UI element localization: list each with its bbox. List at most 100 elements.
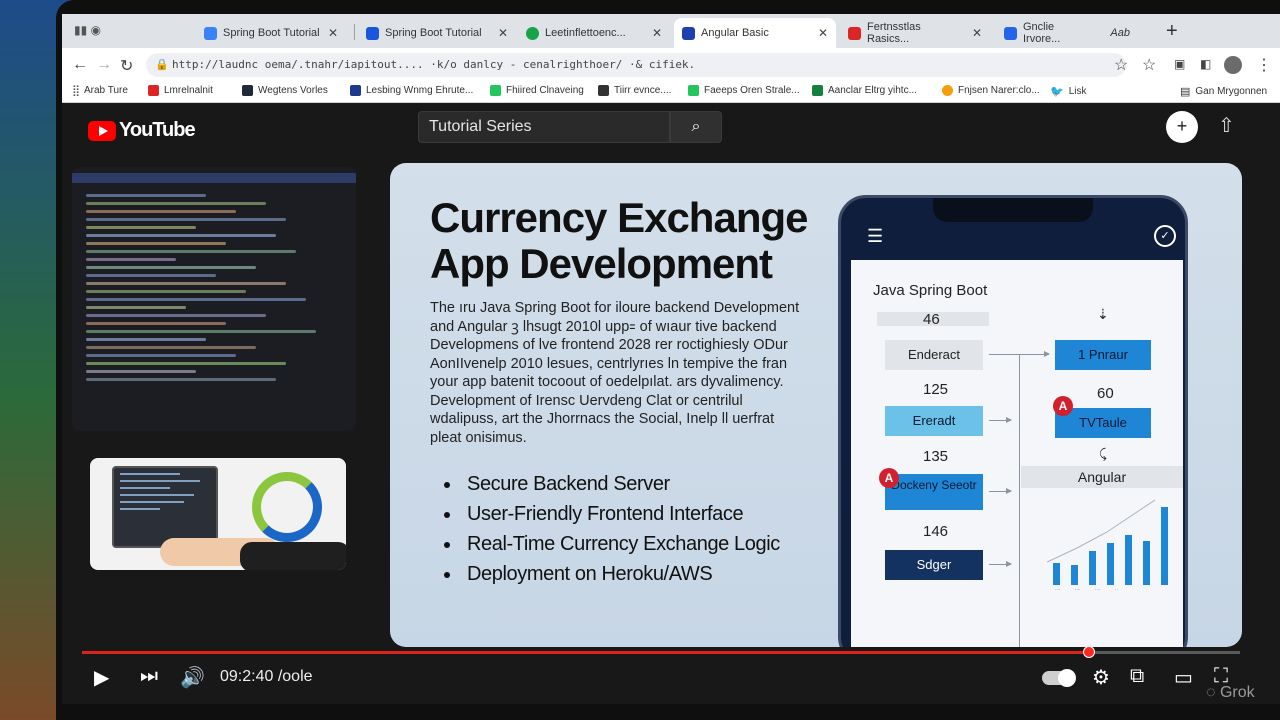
close-icon[interactable]: ✕ [972,26,982,40]
youtube-logo[interactable]: YouTube [88,119,196,142]
bookmark-favicon-icon [242,85,253,96]
feature-list: Secure Backend Server User-Friendly Fron… [438,469,780,589]
bookmark-item[interactable]: 🐦 Lisk [1050,85,1087,98]
lock-icon: 🔒 [155,58,169,71]
mini-laptop-screen [112,466,218,548]
editor-title-bar [72,173,356,183]
extension-icon[interactable]: ▣ [1174,57,1185,71]
flow-value: 46 [923,311,940,328]
flow-value: 125 [923,381,949,398]
close-icon[interactable]: ✕ [652,26,662,40]
chart-axis-tick: .. [1115,586,1118,592]
phone-screen: Java Spring Boot 46 Enderact 125 Ereradt… [851,260,1183,647]
donut-ring-icon [252,472,322,542]
code-lines [86,189,316,386]
bookmark-favicon-icon [490,85,501,96]
tab-angular-basic[interactable]: Angular Basic ✕ [674,18,836,48]
window-controls-icon[interactable]: ▮▮ ◉ [74,23,101,37]
progress-bar[interactable] [82,646,1240,658]
close-icon[interactable]: ✕ [818,26,828,40]
tab-favicon-icon [1004,26,1017,40]
autoplay-toggle[interactable] [1042,669,1076,687]
tab-favicon-icon [848,26,861,40]
bookmark-item[interactable]: Lesbing Wnmg Ehrute... [350,85,473,96]
all-bookmarks-item[interactable]: ▤ Gan Mrygonnen [1180,85,1267,98]
miniplayer-icon[interactable]: ⧉ [1130,665,1144,688]
phone-screen-title: Java Spring Boot [873,282,988,299]
tab-google[interactable]: Gnclie Irvore... Aab [996,18,1138,48]
reload-icon[interactable]: ↻ [120,56,133,76]
volume-icon[interactable]: 🔊 [180,665,205,690]
theater-mode-icon[interactable]: ▭ [1174,665,1193,690]
bookmark-item[interactable]: Lmrelnalnit [148,85,213,96]
extensions-star-icon[interactable]: ☆ [1142,55,1156,75]
folder-icon: ▤ [1180,86,1191,98]
video-slide[interactable]: Currency Exchange App Development The ır… [390,163,1242,647]
flow-arrow [989,488,1012,494]
profile-avatar[interactable] [1224,56,1242,74]
angular-badge-icon: A [879,468,899,488]
bookmark-favicon-icon [350,85,361,96]
back-icon[interactable]: ← [72,56,88,74]
close-icon[interactable]: ✕ [498,26,508,40]
close-icon[interactable]: ✕ [328,26,338,40]
slide-description: The ıru Java Spring Boot for iloure back… [430,300,800,446]
chart-bar [1071,565,1078,585]
chart-axis-tick: .... [1095,586,1101,592]
flow-value: 60 [1097,385,1114,402]
flow-value: 146 [923,523,949,540]
forward-icon[interactable]: → [96,56,112,74]
code-editor-thumbnail[interactable] [72,167,356,431]
apps-grid-icon[interactable]: ⣿ [72,84,80,97]
feature-bullet: Real-Time Currency Exchange Logic [438,529,780,559]
bookmark-star-icon[interactable]: ☆ [1114,55,1128,75]
new-tab-button[interactable]: + [1166,20,1178,43]
bookmark-favicon-icon [688,85,699,96]
search-icon: ⌕ [691,118,701,135]
flow-value: 135 [923,448,949,465]
tab-favicon-icon [366,26,379,40]
bookmark-item[interactable]: Fnjsen Narer:clo... [942,85,1040,96]
flow-connector [1019,354,1020,647]
flow-node: Ereradt [885,406,983,436]
tab-favicon-icon [526,26,539,40]
bookmark-item[interactable]: Tiirr evnce.... [598,85,671,96]
branch-arrow-icon: ⤹ [1099,446,1107,461]
flow-node: Enderact [885,340,983,370]
extension-icon[interactable]: ◧ [1200,57,1211,71]
tab-bar: ▮▮ ◉ Spring Boot Tutorial ✕ Spring Boot … [62,14,1280,48]
chart-bar [1125,535,1132,585]
flow-node: Dockeny Seeotr [885,474,983,510]
bookmark-item[interactable]: Faeeps Oren Strale... [688,85,800,96]
scrubber-handle[interactable] [1083,646,1096,658]
next-icon[interactable]: ⏭ [140,665,158,688]
laptop-thumbnail[interactable] [90,458,346,570]
tab-spring-boot-1[interactable]: Spring Boot Tutorial ✕ [196,18,346,48]
tab-favicon-icon [682,26,695,40]
search-button[interactable]: ⌕ [670,111,722,143]
tab-fundamentals[interactable]: Fertnsstlas Rasics... ✕ [840,18,990,48]
bookmark-item[interactable]: Arab Ture [84,85,128,96]
share-icon[interactable]: ⇧ [1218,113,1235,138]
create-button[interactable]: + [1166,111,1198,143]
feature-bullet: User-Friendly Frontend Interface [438,499,780,529]
tab-leetcode[interactable]: Leetinflettoenc... ✕ [518,18,670,48]
bookmarks-bar: ⣿ Arab Ture Lmrelnalnit Wegtens Vorles L… [62,82,1280,103]
menu-icon[interactable]: ⋮ [1256,55,1272,75]
flow-arrow [989,561,1012,567]
youtube-page: YouTube Tutorial Series ⌕ + ⇧ Currency E… [62,103,1280,704]
download-arrow-icon: ⇣ [1097,306,1109,322]
bookmark-item[interactable]: Aanclar Eltrg yihtc... [812,85,917,96]
play-icon[interactable]: ▶ [94,665,109,690]
bookmark-favicon-icon [942,85,953,96]
tab-spring-boot-2[interactable]: Spring Boot Tutorial ✕ [358,18,516,48]
settings-gear-icon[interactable]: ⚙ [1092,665,1110,690]
chart-bar [1143,541,1150,585]
bookmark-item[interactable]: Fhiired Clnaveing [490,85,584,96]
bookmark-favicon-icon [812,85,823,96]
url-field[interactable]: 🔒 http://laudnc oema/.tnahr/iapitout....… [146,53,1126,77]
time-display: 09:2:40 /oole [220,668,313,685]
trend-line-chart [1047,499,1156,563]
bookmark-item[interactable]: Wegtens Vorles [242,85,328,96]
search-input[interactable]: Tutorial Series [418,111,670,143]
